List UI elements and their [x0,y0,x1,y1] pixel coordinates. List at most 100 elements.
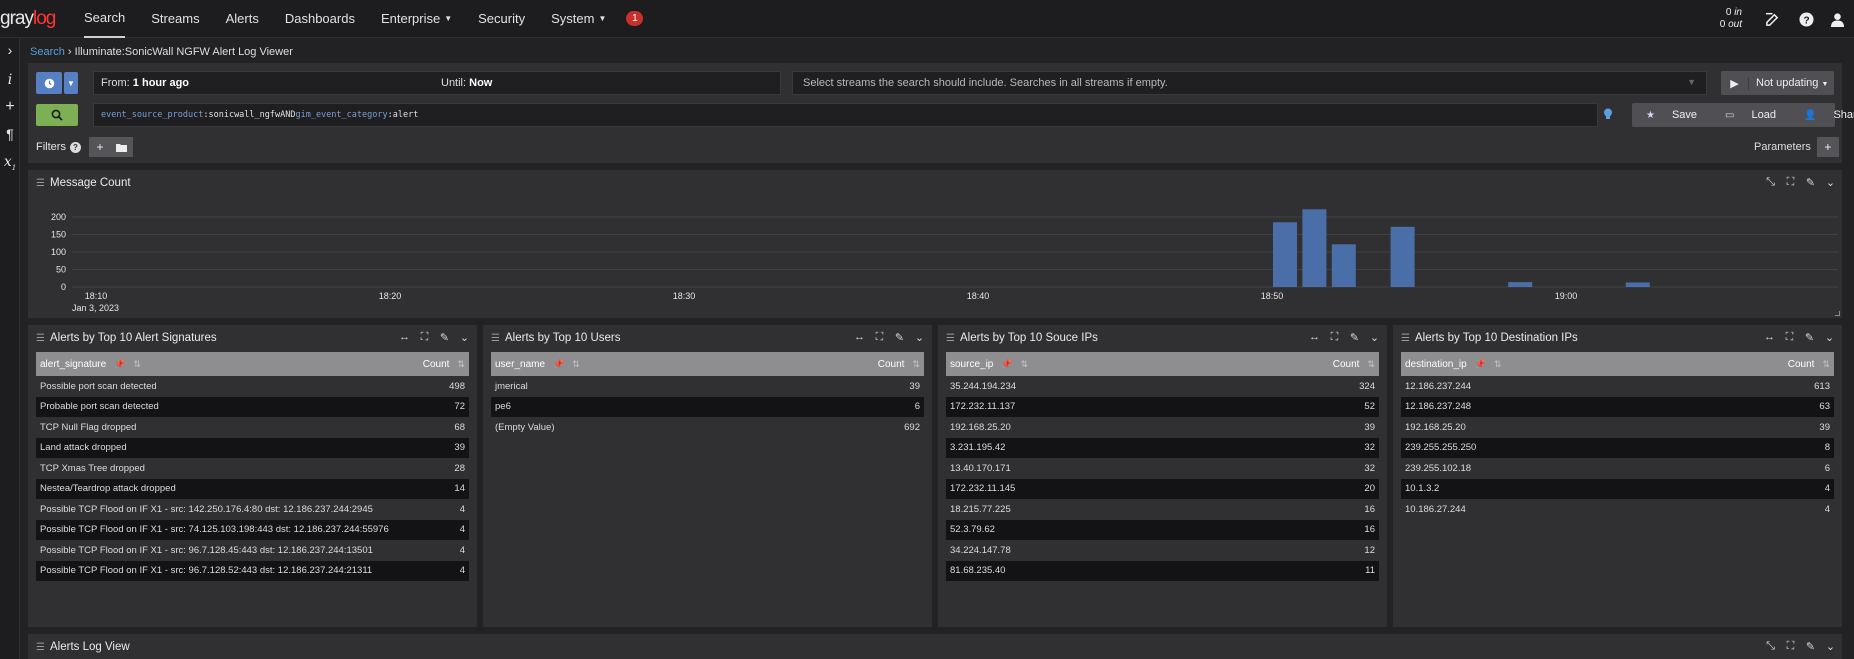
help-icon[interactable]: ? [69,141,81,153]
play-icon[interactable]: ▶ [1721,76,1749,90]
drag-handle-icon[interactable]: ☰ [1401,333,1410,344]
table-cell-value[interactable]: 192.168.25.20 [946,422,1364,433]
table-row[interactable]: Land attack dropped 39 [36,437,469,458]
table-cell-value[interactable]: 10.186.27.244 [1401,504,1825,515]
expand-sidebar-icon[interactable]: › [0,42,20,58]
expand-icon[interactable]: ⛶ [873,331,886,344]
table-row[interactable]: Possible port scan detected 498 [36,376,469,397]
table-cell-value[interactable]: 52.3.79.62 [946,524,1364,535]
pin-icon[interactable]: 📌 [114,359,125,369]
add-filter-button[interactable]: + [88,137,111,157]
table-cell-value[interactable]: Possible TCP Flood on IF X1 - src: 142.2… [36,504,460,515]
table-cell-value[interactable]: Possible TCP Flood on IF X1 - src: 96.7.… [36,565,460,576]
sort-icon[interactable]: ⇅ [1494,359,1502,369]
table-cell-value[interactable]: 13.40.170.171 [946,463,1364,474]
throughput-indicator[interactable]: 0 in 0 out [1716,7,1742,31]
load-button[interactable]: ▭ Load [1711,103,1790,127]
chevron-down-icon[interactable]: ⌄ [1824,640,1837,653]
notification-badge[interactable]: 1 [626,11,644,26]
table-row[interactable]: 192.168.25.20 39 [1401,417,1834,438]
table-cell-value[interactable]: 12.186.237.248 [1401,401,1819,412]
column-header[interactable]: alert_signature 📌 ⇅ [36,359,423,370]
table-cell-value[interactable]: Land attack dropped [36,442,454,453]
edit-icon[interactable]: ✎ [893,331,906,344]
pin-icon[interactable]: 📌 [1475,359,1486,369]
chevron-down-icon[interactable]: ⌄ [458,331,471,344]
load-filter-button[interactable] [110,137,133,157]
nav-streams[interactable]: Streams [151,0,199,38]
table-row[interactable]: (Empty Value) 692 [491,417,924,438]
table-cell-value[interactable]: 192.168.25.20 [1401,422,1819,433]
expand-icon[interactable]: ⛶ [1784,640,1797,653]
table-row[interactable]: 172.232.11.137 52 [946,396,1379,417]
time-range-type-button[interactable] [36,72,62,94]
sort-icon[interactable]: ⇅ [912,359,920,369]
column-header[interactable]: user_name 📌 ⇅ [491,359,878,370]
pin-icon[interactable]: 📌 [1001,359,1012,369]
time-range-field[interactable]: From: 1 hour ago Until: Now [93,71,781,95]
table-row[interactable]: 13.40.170.171 32 [946,458,1379,479]
table-cell-value[interactable]: Nestea/Teardrop attack dropped [36,483,454,494]
column-header[interactable]: Count ⇅ [423,359,469,370]
table-row[interactable]: 239.255.255.250 8 [1401,437,1834,458]
edit-icon[interactable] [1762,9,1782,29]
chevron-down-icon[interactable]: ⌄ [913,331,926,344]
fit-width-icon[interactable]: ↔ [398,331,411,344]
table-cell-value[interactable]: 3.231.195.42 [946,442,1364,453]
table-row[interactable]: 12.186.237.244 613 [1401,376,1834,397]
pin-icon[interactable]: 📌 [553,359,564,369]
table-row[interactable]: TCP Xmas Tree dropped 28 [36,458,469,479]
table-cell-value[interactable]: Possible port scan detected [36,381,449,392]
table-cell-value[interactable]: 18.215.77.225 [946,504,1364,515]
fit-width-icon[interactable]: ↔ [853,331,866,344]
nav-enterprise[interactable]: Enterprise ▼ [381,0,452,38]
table-row[interactable]: 192.168.25.20 39 [946,417,1379,438]
resize-handle-icon[interactable] [1835,311,1840,316]
edit-icon[interactable]: ✎ [1804,640,1817,653]
table-row[interactable]: 10.186.27.244 4 [1401,499,1834,520]
table-cell-value[interactable]: 239.255.102.18 [1401,463,1825,474]
table-row[interactable]: Possible TCP Flood on IF X1 - src: 96.7.… [36,560,469,581]
table-row[interactable]: Probable port scan detected 72 [36,396,469,417]
streams-select[interactable]: Select streams the search should include… [792,71,1707,95]
search-button[interactable] [36,104,78,126]
column-header[interactable]: Count ⇅ [878,359,924,370]
sort-icon[interactable]: ⇅ [457,359,465,369]
fit-width-icon[interactable]: ↔ [1763,331,1776,344]
sort-icon[interactable]: ⇅ [1822,359,1830,369]
expand-icon[interactable]: ⛶ [418,331,431,344]
time-range-dropdown-caret[interactable]: ▼ [64,72,78,94]
table-cell-value[interactable]: 12.186.237.244 [1401,381,1814,392]
table-cell-value[interactable]: Possible TCP Flood on IF X1 - src: 74.12… [36,524,460,535]
column-header[interactable]: destination_ip 📌 ⇅ [1401,359,1788,370]
table-cell-value[interactable]: 172.232.11.137 [946,401,1364,412]
column-header[interactable]: Count ⇅ [1333,359,1379,370]
sort-icon[interactable]: ⇅ [1367,359,1375,369]
breadcrumb-search-link[interactable]: Search [30,46,65,58]
table-row[interactable]: Possible TCP Flood on IF X1 - src: 96.7.… [36,540,469,561]
column-header[interactable]: source_ip 📌 ⇅ [946,359,1333,370]
chevron-down-icon[interactable]: ⌄ [1368,331,1381,344]
table-cell-value[interactable]: 35.244.194.234 [946,381,1359,392]
expand-icon[interactable]: ⛶ [1328,331,1341,344]
table-row[interactable]: 12.186.237.248 63 [1401,396,1834,417]
table-cell-value[interactable]: 34.224.147.78 [946,545,1364,556]
table-row[interactable]: Possible TCP Flood on IF X1 - src: 142.2… [36,499,469,520]
table-cell-value[interactable]: 239.255.255.250 [1401,442,1825,453]
nav-alerts[interactable]: Alerts [226,0,259,38]
column-header[interactable]: Count ⇅ [1788,359,1834,370]
table-row[interactable]: 18.215.77.225 16 [946,499,1379,520]
fit-width-icon[interactable]: ↔ [1308,331,1321,344]
table-cell-value[interactable]: 10.1.3.2 [1401,483,1825,494]
sort-icon[interactable]: ⇅ [1021,359,1029,369]
sort-icon[interactable]: ⇅ [133,359,141,369]
chevron-down-icon[interactable]: ⌄ [1823,331,1836,344]
table-row[interactable]: Possible TCP Flood on IF X1 - src: 74.12… [36,519,469,540]
expand-icon[interactable]: ⛶ [1783,331,1796,344]
table-cell-value[interactable]: TCP Xmas Tree dropped [36,463,454,474]
table-row[interactable]: 172.232.11.145 20 [946,478,1379,499]
compress-icon[interactable]: ⤡ [1764,640,1777,653]
info-icon[interactable]: i [0,72,20,88]
edit-icon[interactable]: ✎ [1348,331,1361,344]
table-cell-value[interactable]: Possible TCP Flood on IF X1 - src: 96.7.… [36,545,460,556]
